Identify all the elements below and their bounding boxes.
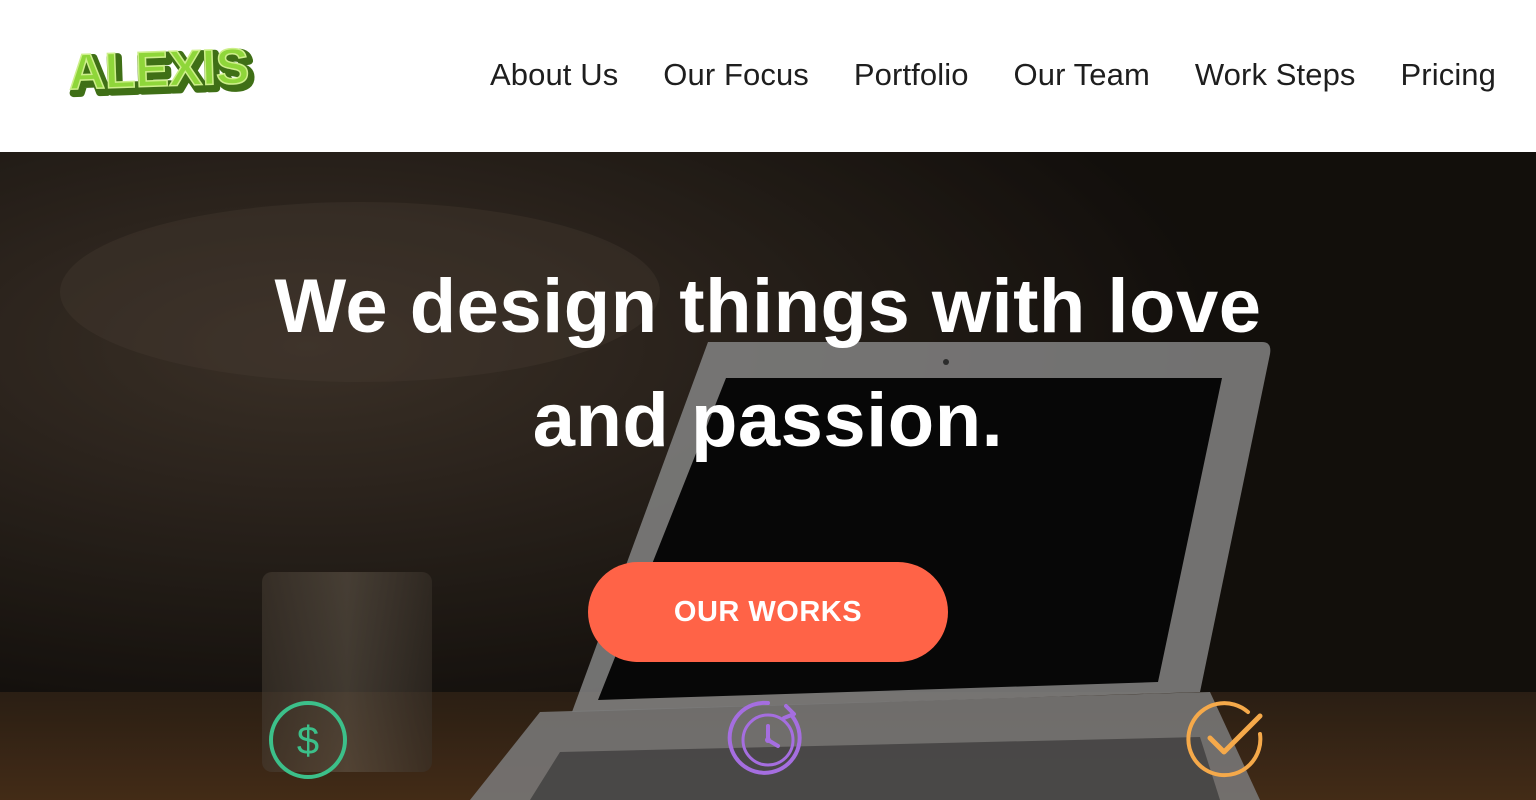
hero-section: We design things with love and passion. … (0, 152, 1536, 800)
svg-text:ALEXIS: ALEXIS (68, 38, 250, 100)
nav-about-us[interactable]: About Us (490, 57, 618, 93)
svg-text:$: $ (297, 719, 319, 763)
headline-line-1: We design things with love (274, 264, 1262, 349)
site-header: ALEXIS ALEXIS About Us Our Focus Portfol… (0, 0, 1536, 152)
check-icon (1186, 701, 1263, 778)
hero-headline: We design things with love and passion. (168, 250, 1368, 478)
nav-work-steps[interactable]: Work Steps (1195, 57, 1356, 93)
nav-our-team[interactable]: Our Team (1014, 57, 1150, 93)
nav-pricing[interactable]: Pricing (1401, 57, 1496, 93)
dollar-icon: $ (269, 701, 347, 779)
our-works-button[interactable]: OUR WORKS (588, 562, 948, 662)
headline-line-2: and passion. (532, 378, 1004, 463)
nav-our-focus[interactable]: Our Focus (663, 57, 809, 93)
nav-portfolio[interactable]: Portfolio (854, 57, 969, 93)
main-nav: About Us Our Focus Portfolio Our Team Wo… (490, 52, 1496, 98)
clock-icon (727, 700, 802, 775)
alexis-logo: ALEXIS ALEXIS (67, 38, 257, 108)
